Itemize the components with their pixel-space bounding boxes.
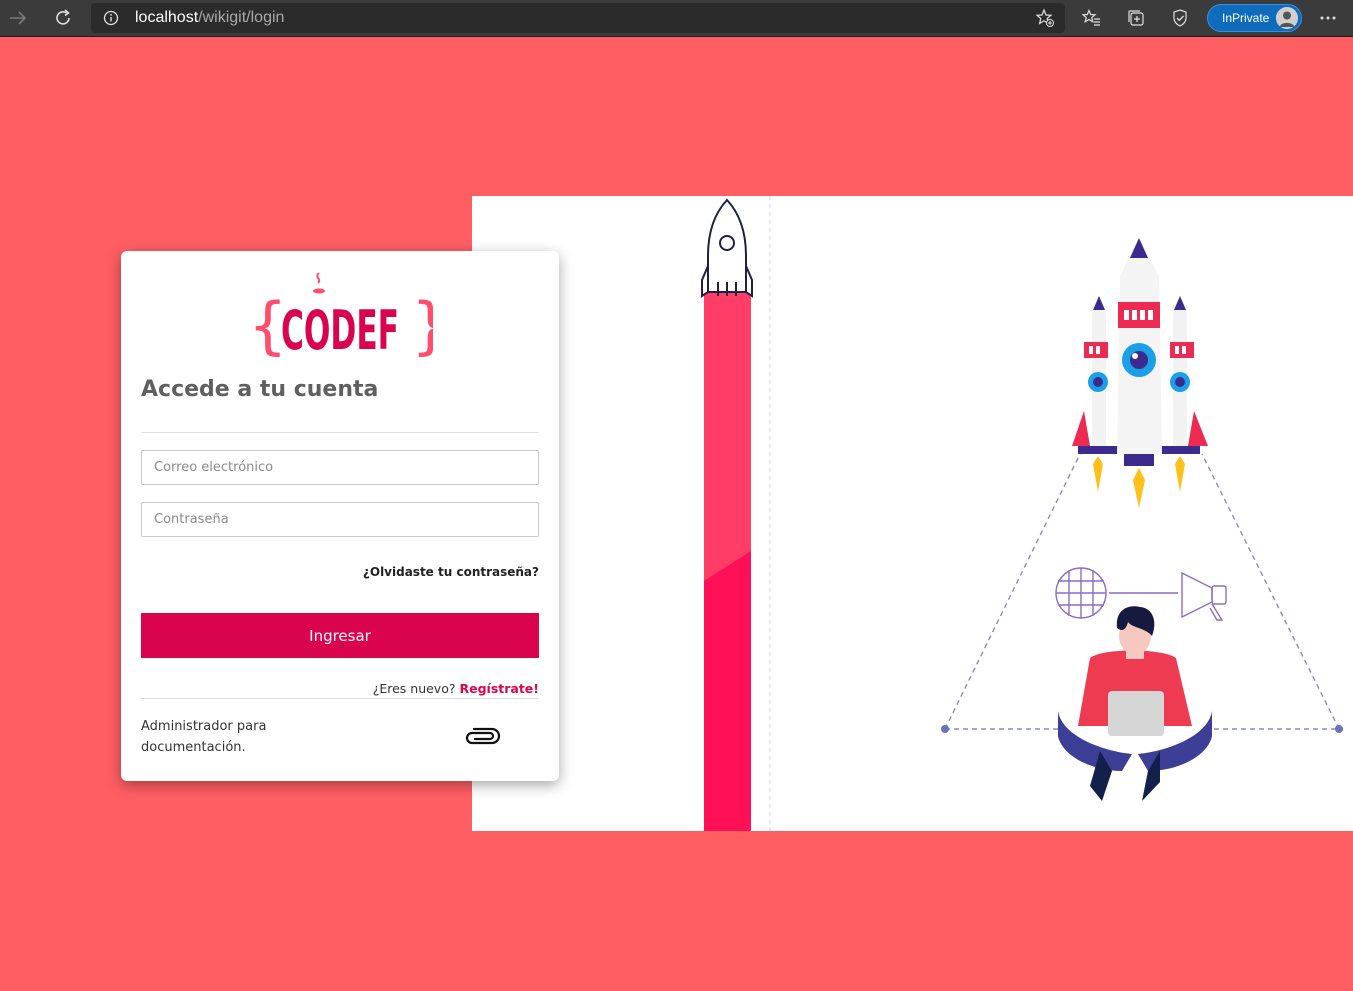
url-path: /wikigit/login [198, 9, 285, 26]
favorites-icon[interactable] [1078, 4, 1106, 32]
title-divider [141, 432, 539, 433]
login-card: { } CODEF Accede a tu cuenta ¿Olvidaste … [121, 251, 559, 781]
collections-icon[interactable] [1122, 4, 1150, 32]
inprivate-label: InPrivate [1222, 11, 1270, 25]
profile-avatar-icon [1276, 7, 1298, 29]
more-icon[interactable] [1314, 4, 1342, 32]
paperclip-icon[interactable] [461, 723, 503, 753]
person-laptop-icon [1058, 606, 1212, 801]
forgot-password-link[interactable]: ¿Olvidaste tu contraseña? [363, 565, 539, 579]
svg-text:}: } [411, 289, 433, 359]
browser-toolbar: localhost/wikigit/login InPrivate [0, 0, 1353, 37]
register-link[interactable]: Regístrate! [459, 681, 539, 696]
codef-logo: { } CODEF [248, 269, 450, 363]
forward-icon[interactable] [4, 4, 32, 32]
email-field[interactable] [141, 450, 539, 485]
logo-wordmark: CODEF [281, 299, 399, 359]
info-icon[interactable] [103, 10, 119, 30]
add-favorite-icon[interactable] [1035, 8, 1055, 32]
password-field[interactable] [141, 502, 539, 537]
url-host: localhost [135, 9, 199, 26]
register-prompt: ¿Eres nuevo? Regístrate! [373, 681, 539, 696]
address-bar[interactable]: localhost/wikigit/login [91, 3, 1065, 33]
small-rocket-icon [701, 198, 753, 298]
admin-docs-text: Administrador para documentación. [141, 719, 267, 755]
rocket-group-icon [1072, 238, 1208, 508]
inprivate-badge[interactable]: InPrivate [1207, 4, 1302, 32]
rocket-launch-illustration [701, 196, 1343, 831]
new-user-text: ¿Eres nuevo? [372, 681, 456, 696]
login-button[interactable]: Ingresar [141, 613, 539, 658]
browser-essentials-icon[interactable] [1166, 4, 1194, 32]
url-text: localhost/wikigit/login [135, 9, 284, 27]
illustration-panel [472, 196, 1353, 831]
refresh-icon[interactable] [49, 4, 77, 32]
login-title: Accede a tu cuenta [141, 377, 379, 402]
footer-divider [141, 698, 539, 699]
